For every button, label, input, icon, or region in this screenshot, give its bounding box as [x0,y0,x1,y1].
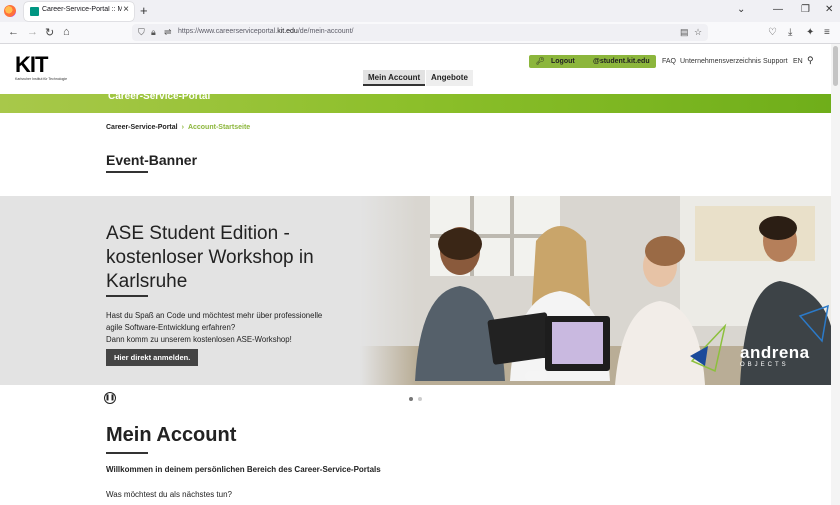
portal-band: Career-Service-Portal [0,91,831,113]
back-icon[interactable]: ← [8,26,19,38]
browser-tab[interactable]: Career-Service-Portal :: Mein A × [24,2,134,21]
banner-text-line: Dann komm zu unserem kostenlosen ASE-Wor… [106,335,292,344]
banner-underline [106,295,148,297]
tab-angebote[interactable]: Angebote [426,70,473,86]
key-icon: 🔑︎ [536,58,545,65]
extensions-icon[interactable]: ✦ [806,27,814,38]
lock-icon[interactable]: 🔒︎ [151,27,156,38]
url-text[interactable]: https://www.careerserviceportal.kit.edu/… [178,28,353,35]
close-window-icon[interactable]: ✕ [825,4,833,15]
band-title: Career-Service-Portal [108,91,211,102]
section-underline [106,171,148,173]
event-banner: ASE Student Edition - kostenloser Worksh… [0,196,831,385]
shield-icon[interactable]: ⛉ [138,27,145,38]
browser-tab-bar: Career-Service-Portal :: Mein A × + ⌄ — … [0,0,840,22]
banner-text-line: agile Software-Entwicklung erfahren? [106,323,236,332]
next-action-question: Was möchtest du als nächstes tun? [106,490,232,499]
menu-icon[interactable]: ≡ [824,27,830,38]
scrollbar-thumb[interactable] [833,46,838,86]
maximize-icon[interactable]: ❐ [801,4,810,15]
kit-favicon-icon [30,7,39,16]
permissions-icon[interactable]: ⇌ [164,27,172,38]
tab-mein-account[interactable]: Mein Account [363,70,426,86]
carousel-dot[interactable] [418,397,422,401]
event-banner-title: Event-Banner [106,152,198,168]
carousel-dot-active[interactable] [409,397,413,401]
bookmark-star-icon[interactable]: ☆ [694,27,702,38]
forward-icon[interactable]: → [27,26,38,38]
banner-text-line: Hast du Spaß an Code und möchtest mehr ü… [106,311,323,320]
web-page: KIT Karlsruher Institut für Technologie … [0,44,831,505]
tab-close-icon[interactable]: × [123,4,129,15]
welcome-text: Willkommen in deinem persönlichen Bereic… [106,465,381,474]
kit-logo-subtitle: Karlsruher Institut für Technologie [15,77,68,81]
andrena-logo-word: andrena [740,343,810,362]
breadcrumb-current: Account-Startseite [187,124,251,131]
downloads-icon[interactable]: ⤓ [788,27,792,38]
banner-heading: ASE Student Edition - kostenloser Worksh… [106,223,314,292]
breadcrumb: Career-Service-Portal › Account-Startseite [106,124,250,131]
home-icon[interactable]: ⌂ [63,26,70,38]
breadcrumb-separator-icon: › [181,124,184,131]
andrena-logo: andrena OBJECTS [740,343,810,369]
address-bar[interactable]: ⛉ 🔒︎ ⇌ https://www.careerserviceportal.k… [132,24,708,41]
search-icon[interactable]: ⚲ [807,55,814,66]
register-button[interactable]: Hier direkt anmelden. [106,349,199,366]
browser-nav-bar: ← → ↻ ⌂ ⛉ 🔒︎ ⇌ https://www.careerservice… [0,22,840,44]
tab-title: Career-Service-Portal :: Mein A [42,6,122,13]
support-link[interactable]: Support [763,58,788,65]
page-scrollbar[interactable] [831,44,840,505]
company-directory-link[interactable]: Unternehmensverzeichnis [680,58,761,65]
pause-slideshow-icon[interactable]: ❚❚ [104,392,116,404]
logout-bar: 🔑︎ Logout @student.kit.edu [529,55,656,68]
account-title: Mein Account [106,424,237,446]
user-email: @student.kit.edu [593,58,650,65]
language-switch[interactable]: EN [793,58,803,65]
andrena-logo-sub: OBJECTS [740,362,789,368]
new-tab-icon[interactable]: + [140,3,148,18]
firefox-icon [4,5,16,17]
kit-logo[interactable]: KIT Karlsruher Institut für Technologie [15,52,68,82]
logout-link[interactable]: Logout [551,58,575,65]
reload-icon[interactable]: ↻ [45,26,54,39]
breadcrumb-home[interactable]: Career-Service-Portal [106,124,178,131]
account-underline [106,452,148,454]
reader-view-icon[interactable]: ▤ [680,27,689,38]
list-all-tabs-icon[interactable]: ⌄ [737,4,745,15]
faq-link[interactable]: FAQ [662,58,676,65]
minimize-icon[interactable]: — [773,4,783,15]
pocket-icon[interactable]: ♡ [768,27,777,38]
kit-logo-word: KIT [15,52,48,77]
banner-description: Hast du Spaß an Code und möchtest mehr ü… [106,310,356,346]
